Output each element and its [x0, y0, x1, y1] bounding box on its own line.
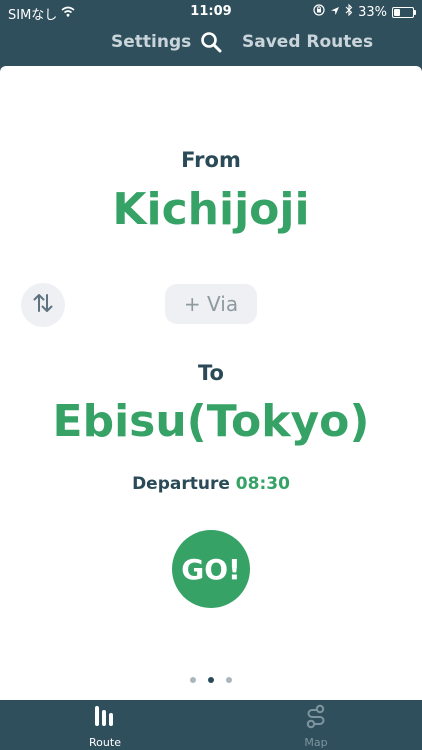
- nav-bar: Settings Saved Routes: [0, 22, 422, 64]
- route-icon: [92, 704, 118, 734]
- departure-setting[interactable]: Departure 08:30: [0, 474, 422, 494]
- status-right: 33%: [313, 3, 416, 20]
- saved-routes-button[interactable]: Saved Routes: [242, 32, 373, 52]
- to-label: To: [198, 361, 224, 385]
- search-icon[interactable]: [200, 31, 222, 53]
- swap-icon: [32, 292, 54, 318]
- battery-percent: 33%: [358, 4, 387, 20]
- tab-route[interactable]: Route: [55, 704, 155, 749]
- location-arrow-icon: [330, 5, 340, 20]
- tab-map[interactable]: Map: [266, 704, 366, 749]
- page-dot: [190, 677, 196, 683]
- swap-stations-button[interactable]: [21, 283, 65, 327]
- page-dot-active: [208, 677, 214, 683]
- go-button[interactable]: GO!: [172, 530, 250, 608]
- map-icon: [303, 704, 329, 734]
- add-via-button[interactable]: + Via: [165, 284, 257, 324]
- departure-time: 08:30: [235, 474, 290, 494]
- tab-bar: Route Map: [0, 700, 422, 750]
- tab-map-label: Map: [304, 736, 328, 749]
- tab-route-label: Route: [89, 736, 121, 749]
- battery-level: [394, 8, 400, 16]
- from-label: From: [181, 148, 241, 172]
- route-card: From Kichijoji + Via To Ebisu(Tokyo) Dep…: [0, 66, 422, 700]
- status-bar: SIMなし 11:09 33%: [0, 0, 422, 23]
- page-indicator[interactable]: [0, 677, 422, 683]
- battery-icon: [392, 6, 416, 18]
- from-station[interactable]: Kichijoji: [0, 184, 422, 235]
- to-station[interactable]: Ebisu(Tokyo): [0, 396, 422, 447]
- settings-button[interactable]: Settings: [111, 32, 191, 52]
- bluetooth-icon: [345, 3, 353, 20]
- departure-label: Departure: [132, 474, 230, 494]
- orientation-lock-icon: [313, 4, 325, 20]
- page-dot: [226, 677, 232, 683]
